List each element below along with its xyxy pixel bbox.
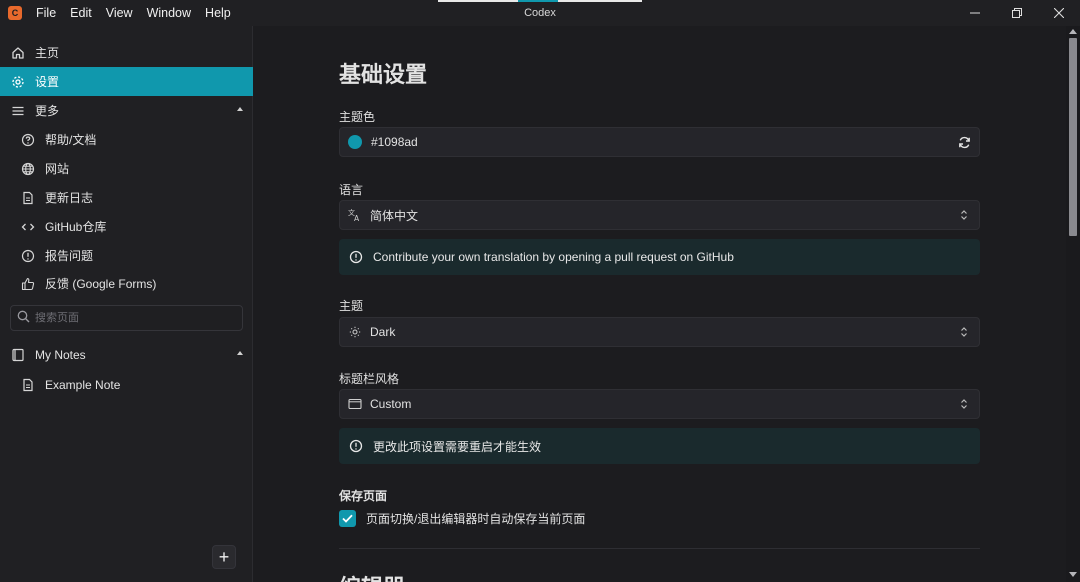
chevron-up-icon[interactable] <box>237 351 243 355</box>
refresh-icon[interactable] <box>957 135 971 149</box>
theme-color-value: #1098ad <box>371 135 418 149</box>
menu-bar: File Edit View Window Help <box>29 0 238 26</box>
sidebar-item-label: 帮助/文档 <box>45 133 97 147</box>
file-text-icon <box>20 377 36 393</box>
menu-window[interactable]: Window <box>140 0 198 26</box>
file-text-icon <box>20 190 36 206</box>
help-circle-icon <box>20 132 36 148</box>
check-icon <box>342 514 353 523</box>
search-page-field[interactable] <box>10 305 243 331</box>
theme-label: 主题 <box>339 299 364 313</box>
sidebar-item-settings[interactable]: 设置 <box>0 67 253 96</box>
sun-icon <box>348 325 362 339</box>
sidebar-item-label: 设置 <box>35 75 60 89</box>
sidebar-item-label: My Notes <box>35 347 86 362</box>
save-page-label: 保存页面 <box>339 489 388 503</box>
thumbs-up-icon <box>20 276 36 292</box>
plus-icon: + <box>218 547 230 567</box>
window-controls <box>954 0 1080 26</box>
color-swatch[interactable] <box>348 135 362 149</box>
restore-icon <box>1012 8 1022 18</box>
gear-icon <box>10 74 26 90</box>
chevron-up-down-icon <box>957 208 971 222</box>
search-input[interactable] <box>35 312 225 324</box>
language-select[interactable]: 文A 简体中文 <box>339 200 980 230</box>
sidebar-item-website[interactable]: 网站 <box>0 154 253 183</box>
sidebar-item-label: 更新日志 <box>45 191 94 205</box>
theme-color-field[interactable]: #1098ad <box>339 127 980 157</box>
sidebar-item-notebook[interactable]: My Notes <box>0 340 253 369</box>
globe-icon <box>20 161 36 177</box>
editor-section-title: 编辑器 <box>339 570 405 582</box>
search-icon <box>17 310 30 326</box>
scroll-up-icon[interactable] <box>1069 29 1077 34</box>
language-value: 简体中文 <box>370 208 419 223</box>
chevron-up-down-icon <box>957 397 971 411</box>
translation-notice: Contribute your own translation by openi… <box>373 250 734 264</box>
autosave-label: 页面切换/退出编辑器时自动保存当前页面 <box>366 512 586 526</box>
chevron-up-icon[interactable] <box>237 107 243 111</box>
language-label: 语言 <box>339 183 364 197</box>
sidebar-item-label: 报告问题 <box>45 249 94 263</box>
theme-color-label: 主题色 <box>339 110 376 124</box>
sidebar-item-more[interactable]: 更多 <box>0 96 253 125</box>
maximize-button[interactable] <box>996 0 1038 26</box>
sidebar-item-help-docs[interactable]: 帮助/文档 <box>0 125 253 154</box>
autosave-checkbox[interactable] <box>339 510 356 527</box>
sidebar-item-label: 更多 <box>35 104 60 118</box>
sidebar-item-label: GitHub仓库 <box>45 220 107 234</box>
menu-help[interactable]: Help <box>198 0 238 26</box>
sidebar: 主页 设置 更多 帮助/文档 网站 更新日志 GitHub仓库 报告问题 反馈 … <box>0 26 253 582</box>
title-bar: C File Edit View Window Help Codex <box>0 0 1080 26</box>
app-logo: C <box>8 6 22 20</box>
info-icon <box>349 250 363 264</box>
home-icon <box>10 45 26 61</box>
page-title: 基础设置 <box>339 62 428 87</box>
scroll-down-icon[interactable] <box>1069 572 1077 577</box>
minimize-button[interactable] <box>954 0 996 26</box>
chevron-up-down-icon <box>957 325 971 339</box>
window-title: Codex <box>524 7 556 19</box>
sidebar-item-feedback[interactable]: 反馈 (Google Forms) <box>0 269 253 298</box>
notebook-icon <box>10 347 26 363</box>
restart-info-alert: 更改此项设置需要重启才能生效 <box>339 428 980 464</box>
sidebar-item-label: 网站 <box>45 162 70 176</box>
window-icon <box>348 397 362 411</box>
svg-text:A: A <box>354 214 360 222</box>
sidebar-item-label: Example Note <box>45 377 121 392</box>
menu-file[interactable]: File <box>29 0 63 26</box>
minimize-icon <box>970 12 980 14</box>
close-icon <box>1054 8 1064 18</box>
autosave-option[interactable]: 页面切换/退出编辑器时自动保存当前页面 <box>339 510 585 527</box>
sidebar-item-changelog[interactable]: 更新日志 <box>0 183 253 212</box>
alert-circle-icon <box>20 248 36 264</box>
translate-icon: 文A <box>348 208 362 222</box>
menu-view[interactable]: View <box>99 0 140 26</box>
sidebar-item-note[interactable]: Example Note <box>0 370 253 399</box>
section-divider <box>339 548 980 549</box>
menu-edit[interactable]: Edit <box>63 0 99 26</box>
sidebar-item-home[interactable]: 主页 <box>0 38 253 67</box>
add-page-button[interactable]: + <box>212 545 236 569</box>
sidebar-item-label: 主页 <box>35 46 60 60</box>
code-icon <box>20 219 36 235</box>
theme-value: Dark <box>370 325 396 339</box>
sidebar-item-report-issue[interactable]: 报告问题 <box>0 241 253 270</box>
main-scrollbar[interactable] <box>1066 26 1080 582</box>
sidebar-item-github[interactable]: GitHub仓库 <box>0 212 253 241</box>
sidebar-item-label: 反馈 (Google Forms) <box>45 277 157 291</box>
menu-lines-icon <box>10 103 26 119</box>
titlebar-style-label: 标题栏风格 <box>339 372 400 386</box>
scroll-thumb[interactable] <box>1069 38 1077 236</box>
info-icon <box>349 439 363 453</box>
close-button[interactable] <box>1038 0 1080 26</box>
restart-notice: 更改此项设置需要重启才能生效 <box>373 439 542 454</box>
settings-panel: 基础设置 主题色 #1098ad 语言 文A 简体中文 Contribute y… <box>254 26 1066 582</box>
titlebar-style-select[interactable]: Custom <box>339 389 980 419</box>
translation-info-alert: Contribute your own translation by openi… <box>339 239 980 275</box>
theme-select[interactable]: Dark <box>339 317 980 347</box>
titlebar-style-value: Custom <box>370 397 412 411</box>
